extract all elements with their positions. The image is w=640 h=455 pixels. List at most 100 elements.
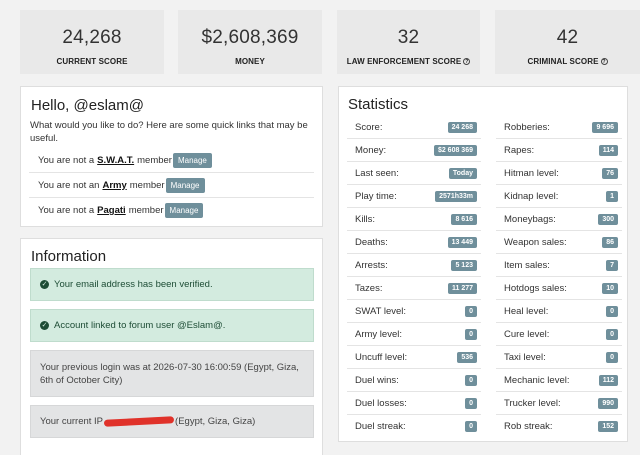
criminal-score-label: CRIMINAL SCORE [527, 57, 599, 66]
stat-label: Kills: [355, 213, 376, 225]
stat-row-duel-losses: Duel losses: 0 [347, 392, 481, 415]
stat-row-hitman-level: Hitman level: 76 [496, 162, 622, 185]
redaction-scribble [103, 416, 175, 427]
stat-row-taxi-level: Taxi level: 0 [496, 346, 622, 369]
law-enforcement-score-label: LAW ENFORCEMENT SCORE [346, 57, 462, 66]
stat-value-badge: 8 616 [451, 213, 477, 225]
stat-row-play-time: Play time: 2571h33m [347, 185, 481, 208]
current-ip-location: (Egypt, Giza, Giza) [175, 416, 256, 427]
money-card: $2,608,369 MONEY [178, 10, 322, 74]
question-circle-icon[interactable]: ? [600, 58, 608, 65]
stat-label: Rapes: [504, 144, 535, 156]
stat-label: Weapon sales: [504, 236, 567, 248]
stat-label: Duel losses: [355, 397, 407, 409]
stat-label: Money: [355, 144, 387, 156]
group-link-swat[interactable]: S.W.A.T. [97, 155, 134, 166]
stat-row-arrests: Arrests: 5 123 [347, 254, 481, 277]
criminal-score-card: 42 CRIMINAL SCORE? [495, 10, 640, 74]
membership-row-pagati: You are not a Pagati member Manage [29, 198, 314, 223]
stat-value-badge: 300 [598, 213, 618, 225]
stat-value-badge: 86 [602, 236, 618, 248]
information-panel: Information ✓ Your email address has bee… [20, 238, 323, 455]
criminal-score-value: 42 [556, 27, 579, 48]
forum-linked-text: Account linked to forum user @Eslam@. [54, 320, 226, 331]
stat-row-mechanic-level: Mechanic level: 112 [496, 369, 622, 392]
law-enforcement-score-label-wrap: LAW ENFORCEMENT SCORE? [337, 57, 480, 66]
stat-value-badge: 0 [465, 421, 477, 432]
stat-row-robberies: Robberies: 9 696 [496, 116, 622, 139]
manage-swat-button[interactable]: Manage [172, 152, 212, 168]
stat-label: Hotdogs sales: [504, 282, 567, 294]
stat-value-badge: 990 [598, 397, 618, 409]
manage-pagati-button[interactable]: Manage [164, 203, 204, 218]
criminal-score-label-wrap: CRIMINAL SCORE? [495, 57, 640, 66]
group-link-pagati[interactable]: Pagati [97, 205, 126, 216]
current-ip-alert: Your current IP (Egypt, Giza, Giza) [30, 405, 314, 438]
stat-label: Last seen: [355, 167, 399, 179]
stat-row-trucker-level: Trucker level: 990 [496, 392, 622, 415]
stat-value-badge: 0 [606, 305, 618, 317]
current-score-card: 24,268 CURRENT SCORE [20, 10, 164, 74]
membership-suffix: member [129, 179, 165, 191]
question-circle-icon[interactable]: ? [463, 58, 471, 65]
current-ip-prefix: Your current IP [40, 416, 104, 427]
membership-list: You are not a S.W.A.T. member Manage You… [29, 148, 314, 223]
stat-value-badge: 0 [606, 351, 618, 363]
stat-value-badge: 11 277 [447, 282, 477, 294]
information-title: Information [31, 248, 107, 265]
stat-label: Deaths: [355, 236, 388, 248]
stat-value-badge: 0 [465, 374, 477, 386]
stat-label: Moneybags: [504, 213, 556, 225]
stat-value-badge: 24 268 [447, 121, 477, 133]
email-verified-alert: ✓ Your email address has been verified. [30, 268, 314, 301]
statistics-left-column: Score: 24 268 Money: $2 608 369 Last seen: To… [347, 116, 481, 438]
law-enforcement-score-card: 32 LAW ENFORCEMENT SCORE? [337, 10, 480, 74]
stat-row-duel-wins: Duel wins: 0 [347, 369, 481, 392]
stat-label: Hitman level: [504, 167, 559, 179]
stat-value-badge: 0 [465, 305, 477, 317]
stat-row-score: Score: 24 268 [347, 116, 481, 139]
manage-army-button[interactable]: Manage [165, 177, 205, 193]
stat-label: Duel streak: [355, 421, 406, 432]
stat-row-kills: Kills: 8 616 [347, 208, 481, 231]
stat-label: Score: [355, 121, 383, 133]
membership-suffix: member [128, 205, 164, 216]
stat-value-badge: $2 608 369 [433, 144, 477, 156]
membership-prefix: You are not a [38, 205, 95, 216]
hello-panel: Hello, @eslam@ What would you like to do… [20, 86, 323, 227]
stat-row-uncuff-level: Uncuff level: 536 [347, 346, 481, 369]
stat-value-badge: 10 [602, 282, 618, 294]
law-enforcement-score-value: 32 [397, 27, 420, 48]
stat-value-badge: 2571h33m [435, 190, 477, 202]
statistics-right-column: Robberies: 9 696 Rapes: 114 Hitman level: 76 K… [496, 116, 622, 438]
current-score-label: CURRENT SCORE [56, 57, 128, 66]
stat-label: Arrests: [355, 259, 388, 271]
forum-linked-alert: ✓ Account linked to forum user @Eslam@. [30, 309, 314, 342]
previous-login-alert: Your previous login was at 2026-07-30 16… [30, 350, 314, 397]
statistics-title: Statistics [348, 96, 409, 113]
stat-row-swat-level: SWAT level: 0 [347, 300, 481, 323]
stat-label: Heal level: [504, 305, 549, 317]
membership-prefix: You are not an [38, 179, 100, 191]
stat-row-army-level: Army level: 0 [347, 323, 481, 346]
stat-row-last-seen: Last seen: Today [347, 162, 481, 185]
stat-value-badge: Today [448, 167, 477, 179]
stat-value-badge: 152 [598, 421, 618, 432]
check-circle-icon: ✓ [40, 321, 49, 330]
money-label: MONEY [235, 57, 265, 66]
membership-row-swat: You are not a S.W.A.T. member Manage [29, 148, 314, 173]
stat-row-cure-level: Cure level: 0 [496, 323, 622, 346]
stat-row-weapon-sales: Weapon sales: 86 [496, 231, 622, 254]
money-value: $2,608,369 [201, 27, 299, 48]
stat-value-badge: 76 [602, 167, 618, 179]
stat-row-deaths: Deaths: 13 449 [347, 231, 481, 254]
current-score-value: 24,268 [62, 27, 122, 48]
group-link-army[interactable]: Army [102, 180, 126, 191]
stat-row-kidnap-level: Kidnap level: 1 [496, 185, 622, 208]
stat-label: SWAT level: [355, 305, 407, 317]
stat-label: Trucker level: [504, 397, 561, 409]
check-circle-icon: ✓ [40, 280, 49, 289]
greeting-title: Hello, @eslam@ [31, 97, 144, 114]
stat-label: Tazes: [355, 282, 383, 294]
statistics-panel: Statistics Score: 24 268 Money: $2 608 369 L… [338, 86, 628, 442]
